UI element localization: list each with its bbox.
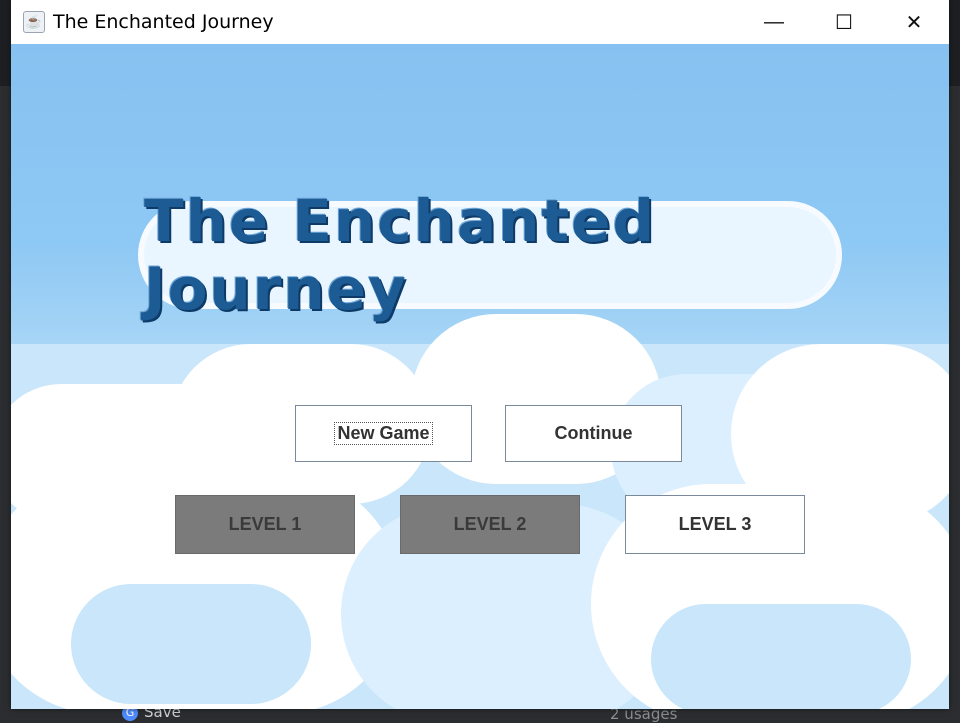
maximize-button[interactable]: ☐ (809, 0, 879, 44)
window-controls: — ☐ ✕ (739, 0, 949, 44)
game-logo: The Enchanted Journey (144, 187, 836, 323)
continue-label: Continue (554, 423, 633, 443)
game-canvas: The Enchanted Journey New Game Continue … (11, 44, 949, 709)
level-2-label: LEVEL 2 (453, 514, 527, 534)
new-game-label: New Game (334, 422, 433, 445)
level-1-label: LEVEL 1 (228, 514, 302, 534)
level-2-button[interactable]: LEVEL 2 (400, 495, 580, 554)
cloud (71, 584, 311, 704)
java-coffee-icon: ☕ (23, 11, 45, 33)
window-titlebar[interactable]: ☕ The Enchanted Journey — ☐ ✕ (11, 0, 949, 44)
level-1-button[interactable]: LEVEL 1 (175, 495, 355, 554)
continue-button[interactable]: Continue (505, 405, 682, 462)
cloud (651, 604, 911, 709)
level-3-label: LEVEL 3 (678, 514, 752, 534)
new-game-button[interactable]: New Game (295, 405, 472, 462)
close-button[interactable]: ✕ (879, 0, 949, 44)
game-logo-text: The Enchanted Journey (144, 187, 656, 323)
level-3-button[interactable]: LEVEL 3 (625, 495, 805, 554)
window-title: The Enchanted Journey (53, 11, 274, 33)
game-window: ☕ The Enchanted Journey — ☐ ✕ The Enchan… (11, 0, 949, 709)
minimize-button[interactable]: — (739, 0, 809, 44)
